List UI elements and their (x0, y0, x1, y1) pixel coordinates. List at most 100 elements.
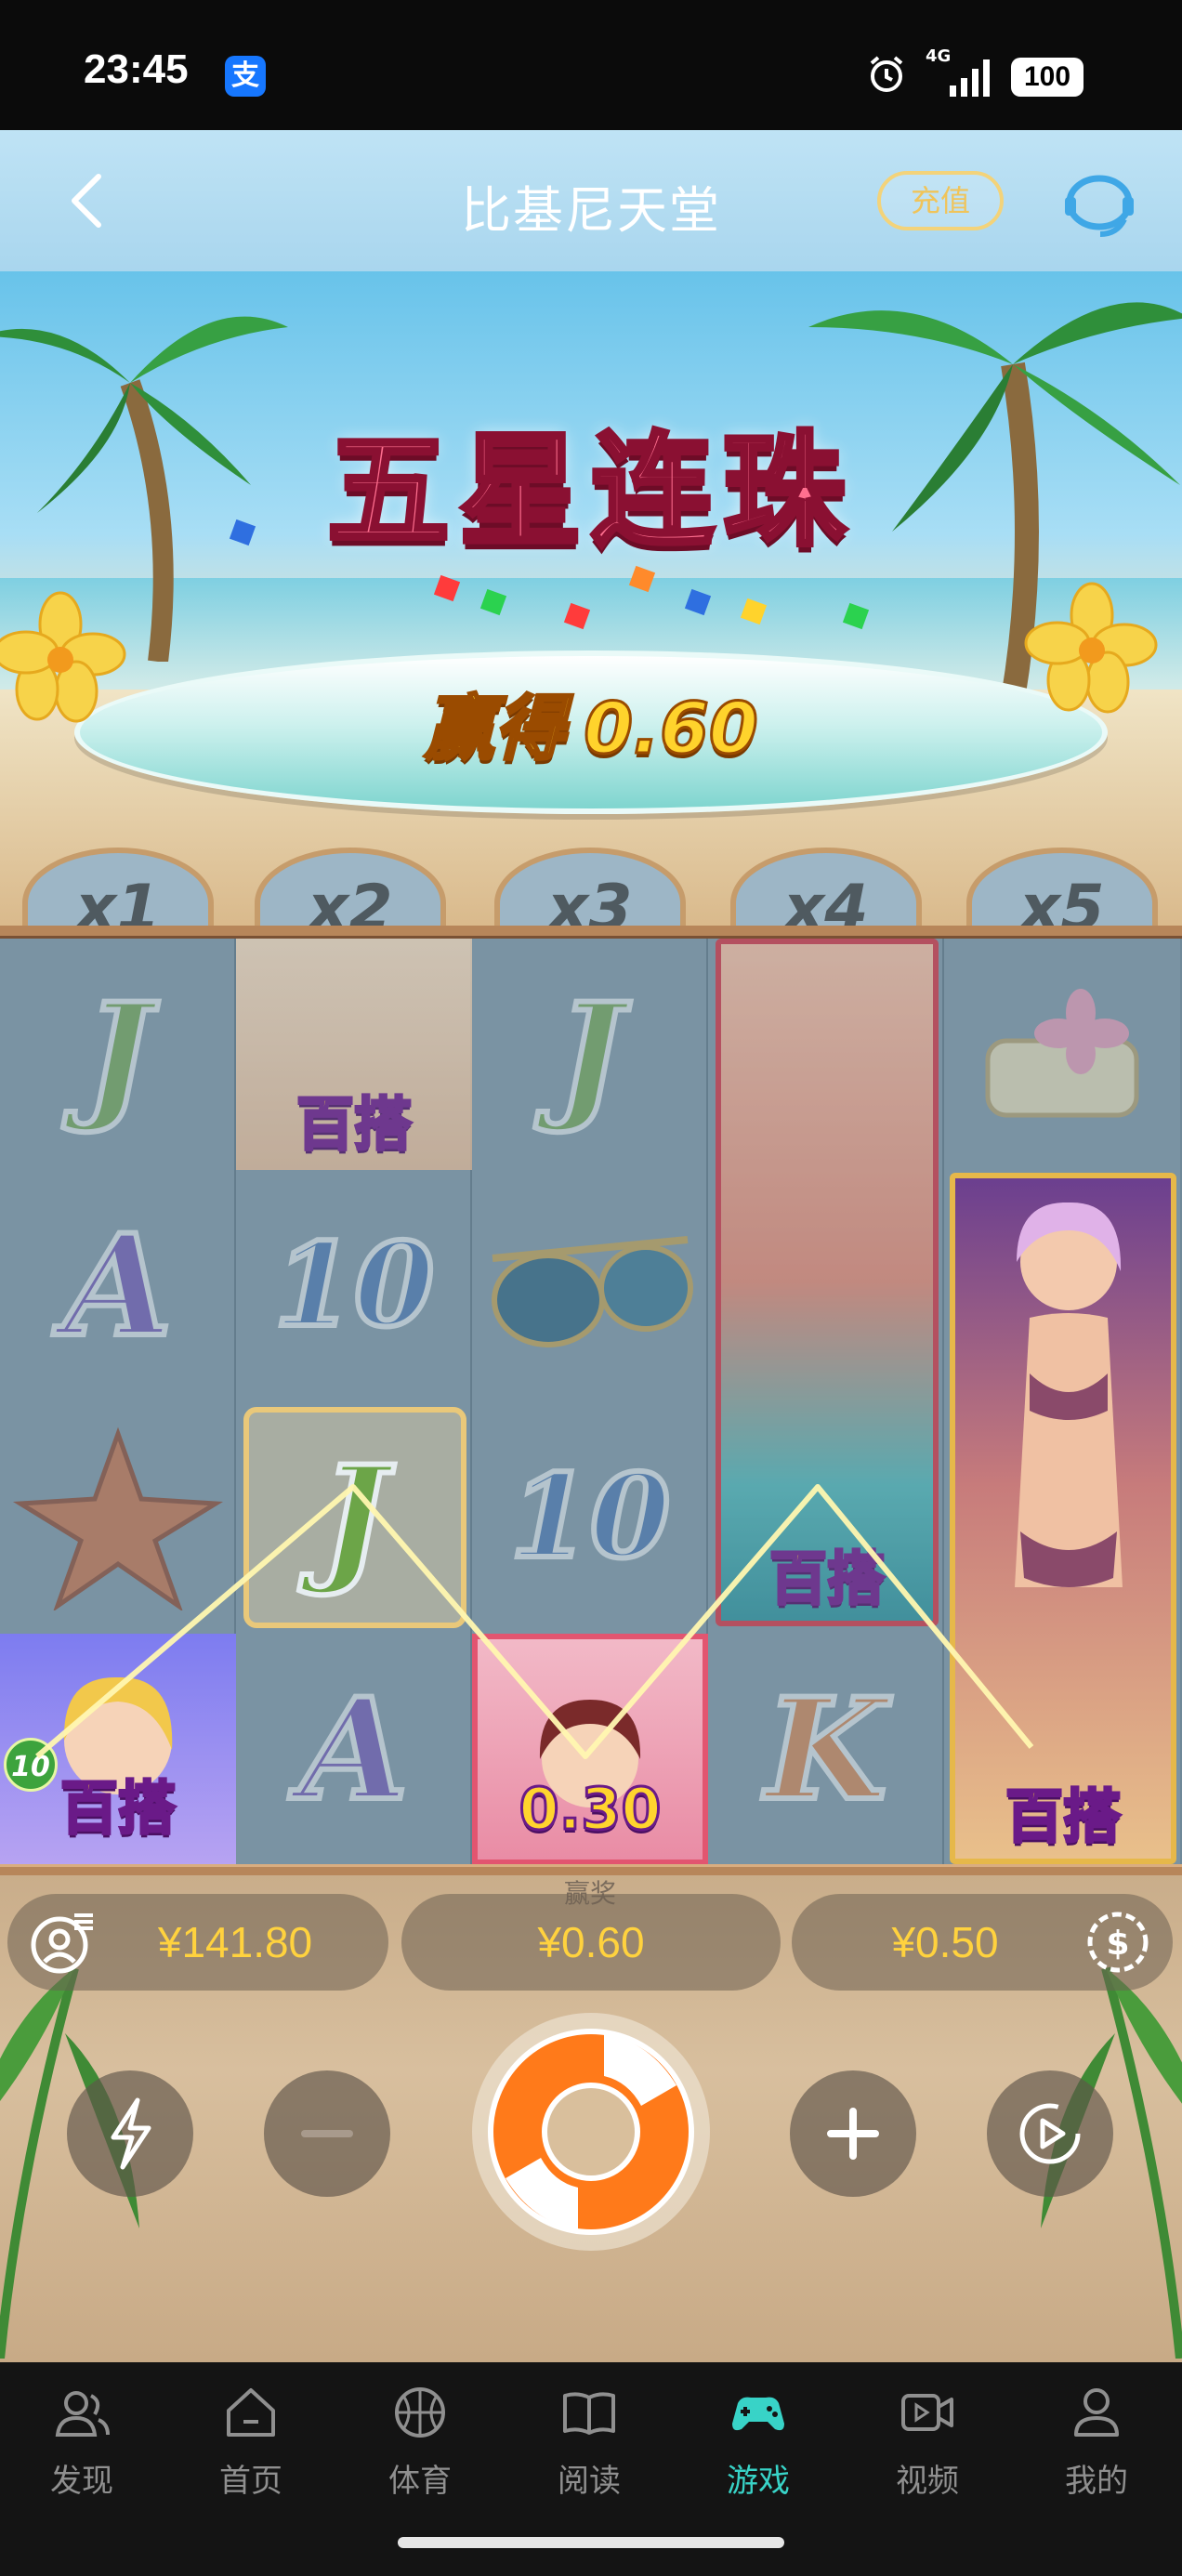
tab-video[interactable]: 视频 (872, 2383, 983, 2513)
page-title: 比基尼天堂 (461, 181, 721, 240)
starfish-icon (12, 1426, 224, 1610)
reels-top-frame (0, 926, 1182, 939)
symbol-cell: J (0, 939, 236, 1170)
wild-label: 百搭 (295, 1089, 413, 1160)
slot-reels: J A 百搭 10 百搭 10 J A J 10 0.30 百搭 K 百搭 (0, 939, 1182, 1865)
signal-icon (950, 59, 990, 97)
bikini-girl-figure-icon (1015, 1202, 1123, 1587)
symbol-cell: K (708, 1634, 944, 1865)
win-banner: 五星连珠 赢得 0.60 x1 x2 x3 x4 x5 (0, 271, 1182, 929)
lightning-icon (111, 2097, 151, 2170)
control-panel: ¥141.80 赢奖 ¥0.60 ¥0.50 $ (0, 1875, 1182, 2362)
tab-label: 阅读 (558, 2463, 621, 2500)
sunglasses-icon (492, 1235, 693, 1347)
symbol-a: A (61, 1202, 175, 1371)
home-indicator[interactable] (398, 2537, 784, 2548)
autoplay-button[interactable] (987, 2070, 1113, 2197)
tab-discover[interactable]: 发现 (26, 2383, 138, 2513)
win-amount-row: 赢得 0.60 (0, 671, 1182, 773)
win-display: ¥0.60 (401, 1894, 781, 1991)
multiplier-x1: x1 (22, 848, 214, 929)
people-icon (55, 2391, 110, 2437)
reel-4: 百搭 K (708, 939, 944, 1864)
recharge-button[interactable]: 充值 (877, 171, 1004, 230)
user-icon (1074, 2388, 1119, 2437)
winning-symbol-cell: J (236, 1401, 472, 1633)
wild-card-bikini: 百搭 (716, 939, 939, 1626)
reel-3: J 10 0.30 (472, 939, 708, 1865)
book-icon (563, 2392, 615, 2435)
coin-dollar-icon[interactable]: $ (1084, 1908, 1152, 1977)
symbol-j: J (319, 1433, 390, 1602)
reel-1: J A 百搭 10 (0, 939, 236, 1865)
video-icon (901, 2394, 953, 2431)
tab-label: 我的 (1065, 2463, 1128, 2500)
symbol-j: J (83, 970, 154, 1139)
plumeria-flower-icon (1024, 582, 1158, 714)
wild-card-bikini: 百搭 (950, 1173, 1176, 1864)
reels-bottom-frame (0, 1864, 1182, 1875)
turbo-button[interactable] (67, 2070, 193, 2197)
multiplier-x5: x5 (966, 848, 1158, 929)
wild-label: 百搭 (1004, 1781, 1122, 1852)
increase-bet-button[interactable] (790, 2070, 916, 2197)
customer-service-icon[interactable] (1059, 167, 1139, 242)
tab-label: 体育 (388, 2463, 452, 2500)
tab-label: 发现 (50, 2463, 113, 2500)
bet-value: ¥0.50 (891, 1918, 999, 1966)
battery-indicator: 100 (1011, 58, 1084, 97)
home-icon (227, 2388, 275, 2437)
tab-label: 首页 (219, 2463, 282, 2500)
tab-sports[interactable]: 体育 (364, 2383, 476, 2513)
towel-flower-icon (985, 988, 1139, 1117)
payout-symbol-cell: 0.30 (472, 1634, 708, 1865)
multiplier-row: x1 x2 x3 x4 x5 (0, 836, 1182, 929)
wild-symbol-cell: 百搭 (236, 939, 472, 1170)
symbol-k: K (763, 1665, 889, 1834)
balance-value: ¥141.80 (157, 1918, 313, 1966)
reel-5: 百搭 (944, 939, 1180, 1864)
autoplay-icon (1019, 2103, 1081, 2164)
symbol-cell (472, 1170, 708, 1401)
tab-profile[interactable]: 我的 (1041, 2383, 1152, 2513)
tab-reading[interactable]: 阅读 (533, 2383, 645, 2513)
symbol-cell: A (0, 1170, 236, 1401)
gamepad-icon (732, 2397, 784, 2431)
symbol-payout: 0.30 (518, 1774, 663, 1845)
plus-icon (827, 2108, 879, 2160)
tab-label: 视频 (896, 2463, 959, 2500)
symbol-cell: J (472, 939, 708, 1170)
status-time: 23:45 (84, 46, 189, 92)
alipay-icon: 支 (225, 56, 266, 97)
symbol-j: J (555, 970, 626, 1139)
alarm-icon (870, 56, 903, 92)
symbol-10: 10 (271, 1216, 438, 1356)
account-menu-icon[interactable] (28, 1908, 97, 1977)
minus-icon (301, 2130, 353, 2137)
basketball-icon (395, 2387, 445, 2438)
wild-count-badge: 10 (4, 1738, 58, 1792)
app-header: 比基尼天堂 充值 (0, 130, 1182, 271)
plumeria-flower-icon (0, 591, 126, 723)
multiplier-x2: x2 (255, 848, 446, 929)
symbol-cell (0, 1401, 236, 1633)
symbol-cell: 10 (472, 1401, 708, 1633)
spin-button[interactable] (465, 2005, 717, 2258)
win-value: ¥0.60 (537, 1918, 645, 1966)
win-label: 赢得 (423, 686, 567, 771)
symbol-10: 10 (507, 1447, 674, 1587)
win-amount: 0.60 (583, 686, 760, 771)
symbol-a: A (297, 1665, 411, 1834)
symbol-cell: 10 (236, 1170, 472, 1401)
symbol-cell (944, 939, 1180, 1170)
combo-title: 五星连珠 (325, 418, 855, 566)
decrease-bet-button[interactable] (264, 2070, 390, 2197)
tab-home[interactable]: 首页 (195, 2383, 307, 2513)
svg-text:$: $ (1106, 1925, 1129, 1963)
wild-label: 百搭 (768, 1544, 886, 1614)
multiplier-x3: x3 (494, 848, 686, 929)
status-bar: 23:45 支 4G 100 (0, 0, 1182, 130)
tab-label: 游戏 (727, 2463, 790, 2500)
multiplier-x4: x4 (730, 848, 922, 929)
tab-games[interactable]: 游戏 (703, 2383, 814, 2513)
